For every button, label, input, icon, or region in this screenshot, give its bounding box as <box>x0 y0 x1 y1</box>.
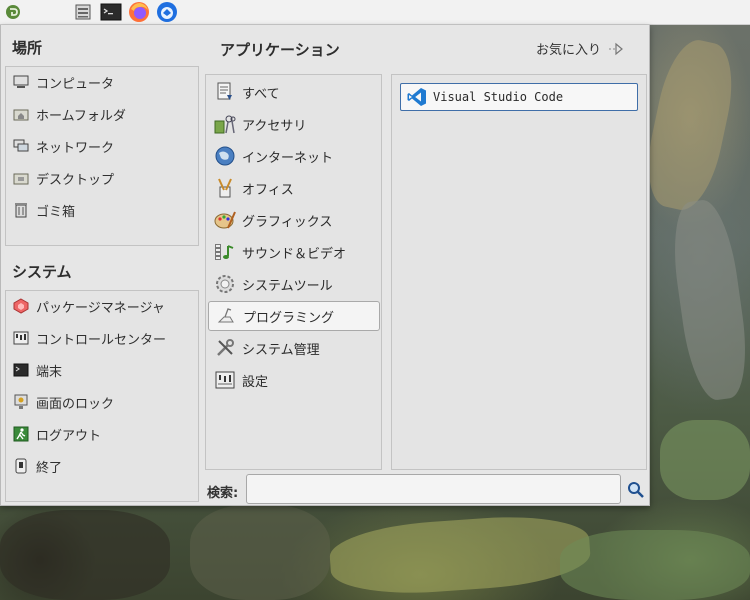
system-terminal[interactable]: 端末 <box>12 357 62 383</box>
desktop-icon <box>12 169 30 187</box>
place-desktop[interactable]: デスクトップ <box>12 165 114 191</box>
computer-icon <box>12 73 30 91</box>
search-label: 検索: <box>207 486 239 501</box>
categories-list: すべて アクセサリ インターネット オフィス グラフィックス サウンド＆ビデオ … <box>205 74 382 470</box>
internet-icon <box>214 145 236 167</box>
system-tools-icon <box>214 273 236 295</box>
system-lock-screen[interactable]: 画面のロック <box>12 389 114 415</box>
thunderbird-icon <box>157 2 177 22</box>
network-icon <box>12 137 30 155</box>
favorites-button[interactable]: お気に入り <box>536 39 625 58</box>
administration-icon <box>214 337 236 359</box>
category-office[interactable]: オフィス <box>208 173 380 203</box>
office-icon <box>214 177 236 199</box>
terminal-icon <box>12 361 30 379</box>
graphics-icon <box>214 209 236 231</box>
lock-screen-icon <box>12 393 30 411</box>
home-folder-icon <box>12 105 30 123</box>
category-system-tools[interactable]: システムツール <box>208 269 380 299</box>
search-button[interactable] <box>626 480 646 500</box>
logout-icon <box>12 425 30 443</box>
terminal-launcher[interactable] <box>99 0 123 24</box>
top-panel <box>0 0 750 25</box>
category-programming[interactable]: プログラミング <box>208 301 380 331</box>
search-icon <box>628 482 644 498</box>
control-center-icon <box>12 329 30 347</box>
system-list: パッケージマネージャ コントロールセンター 端末 画面のロック ログアウト 終了 <box>5 290 199 502</box>
search-input[interactable] <box>246 474 621 504</box>
system-package-manager[interactable]: パッケージマネージャ <box>12 293 165 319</box>
all-applications-icon <box>214 81 236 103</box>
sound-video-icon <box>214 241 236 263</box>
place-trash[interactable]: ゴミ箱 <box>12 197 75 223</box>
main-menu-button[interactable] <box>1 0 25 24</box>
thunderbird-launcher[interactable] <box>155 0 179 24</box>
vscode-icon <box>407 88 426 106</box>
category-all[interactable]: すべて <box>208 77 380 107</box>
place-computer[interactable]: コンピュータ <box>12 69 114 95</box>
applications-title: アプリケーション <box>220 41 340 59</box>
firefox-launcher[interactable] <box>127 0 151 24</box>
category-accessories[interactable]: アクセサリ <box>208 109 380 139</box>
package-manager-icon <box>12 297 30 315</box>
applications-list: Visual Studio Code <box>391 74 647 470</box>
category-sound-video[interactable]: サウンド＆ビデオ <box>208 237 380 267</box>
preferences-icon <box>214 369 236 391</box>
system-title: システム <box>12 263 72 281</box>
accessories-icon <box>214 113 236 135</box>
panel-launchers <box>71 0 179 24</box>
shutdown-icon <box>12 457 30 475</box>
category-graphics[interactable]: グラフィックス <box>208 205 380 235</box>
trash-icon <box>12 201 30 219</box>
favorites-label: お気に入り <box>536 43 602 58</box>
terminal-icon <box>100 3 122 21</box>
places-list: コンピュータ ホームフォルダ ネットワーク デスクトップ ゴミ箱 <box>5 66 199 246</box>
place-network[interactable]: ネットワーク <box>12 133 114 159</box>
places-title: 場所 <box>12 39 43 57</box>
app-visual-studio-code[interactable]: Visual Studio Code <box>400 83 638 111</box>
arrow-right-icon <box>609 42 623 55</box>
system-shutdown[interactable]: 終了 <box>12 453 62 479</box>
application-menu: 場所 コンピュータ ホームフォルダ ネットワーク デスクトップ ゴミ箱 システム… <box>0 25 650 506</box>
file-manager-icon <box>75 4 91 20</box>
mate-logo-icon <box>6 5 20 19</box>
category-internet[interactable]: インターネット <box>208 141 380 171</box>
programming-icon <box>215 305 237 327</box>
system-logout[interactable]: ログアウト <box>12 421 101 447</box>
category-preferences[interactable]: 設定 <box>208 365 380 395</box>
file-manager-launcher[interactable] <box>71 0 95 24</box>
place-home-folder[interactable]: ホームフォルダ <box>12 101 126 127</box>
system-control-center[interactable]: コントロールセンター <box>12 325 166 351</box>
firefox-icon <box>129 2 149 22</box>
category-administration[interactable]: システム管理 <box>208 333 380 363</box>
